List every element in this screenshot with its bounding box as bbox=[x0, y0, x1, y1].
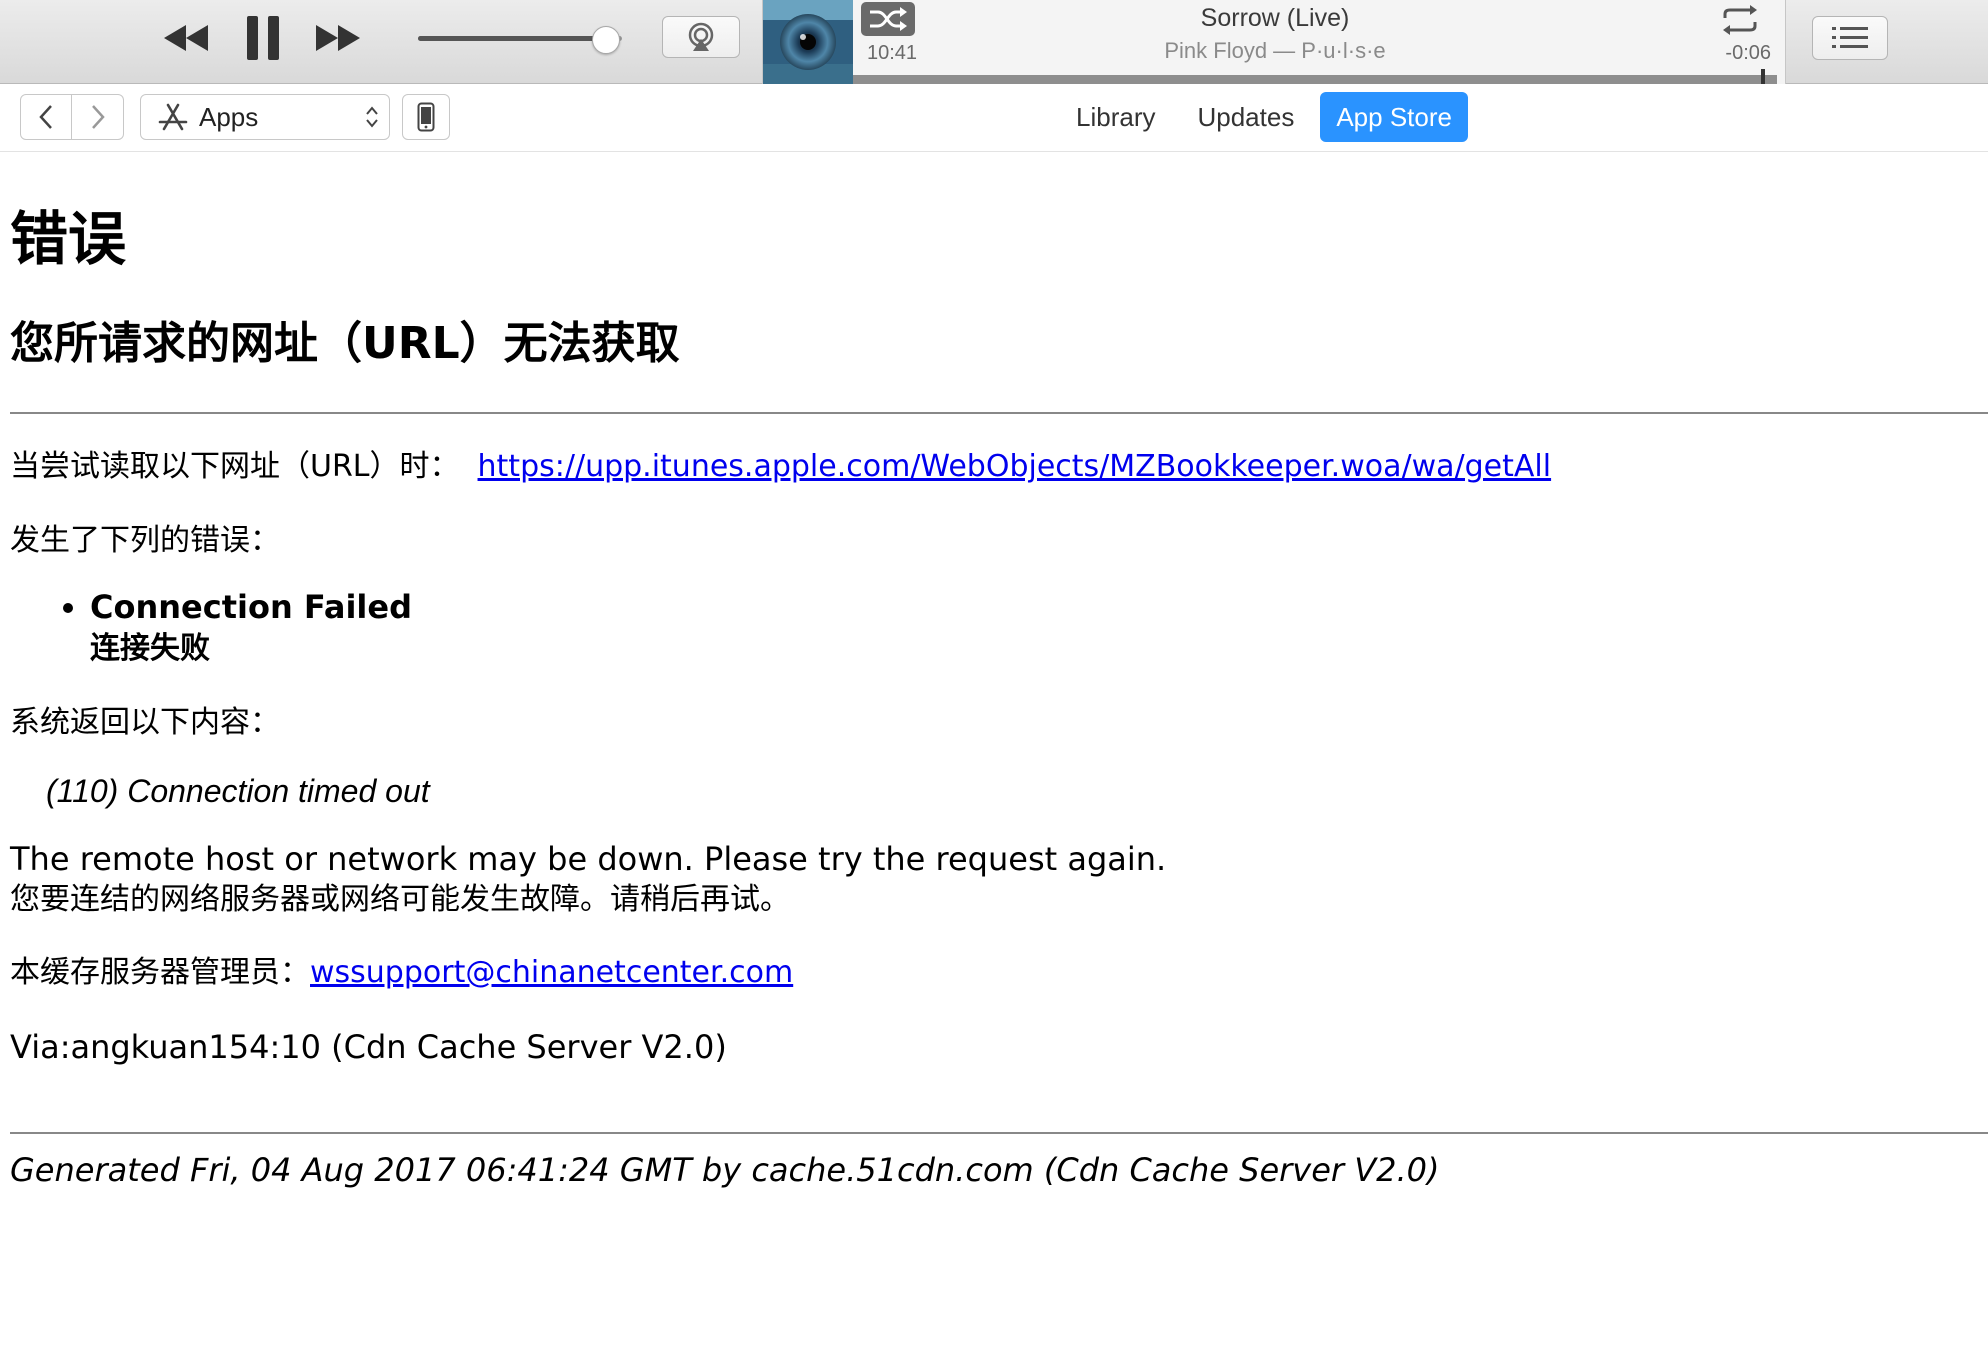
via-line: Via:angkuan154:10 (Cdn Cache Server V2.0… bbox=[10, 1028, 727, 1066]
iphone-icon bbox=[417, 102, 435, 132]
pause-button[interactable] bbox=[238, 12, 288, 64]
progress-bar[interactable] bbox=[853, 69, 1777, 84]
error-name-cn: 连接失败 bbox=[90, 631, 210, 666]
remote-message-cn: 您要连结的网络服务器或网络可能发生故障。请稍后再试。 bbox=[10, 882, 790, 917]
admin-paragraph: 本缓存服务器管理员：wssupport@chinanetcenter.com bbox=[10, 952, 1988, 994]
admin-email-link[interactable]: wssupport@chinanetcenter.com bbox=[310, 955, 793, 990]
up-next-button[interactable] bbox=[1812, 16, 1888, 60]
progress-playhead[interactable] bbox=[1761, 69, 1766, 84]
device-button[interactable] bbox=[402, 94, 450, 140]
remaining-time: -0:06 bbox=[1725, 42, 1771, 64]
tab-library[interactable]: Library bbox=[1060, 92, 1171, 142]
media-kind-label: Apps bbox=[199, 101, 259, 132]
error-name-en: Connection Failed bbox=[90, 588, 412, 626]
error-page: 错误 您所请求的网址（URL）无法获取 当尝试读取以下网址（URL）时： http… bbox=[10, 152, 1988, 1192]
page-title: 错误 bbox=[10, 205, 127, 273]
chevron-right-icon bbox=[91, 105, 105, 129]
back-button[interactable] bbox=[20, 94, 72, 140]
airplay-icon bbox=[688, 22, 714, 51]
volume-fill bbox=[418, 36, 606, 41]
url-prefix: 当尝试读取以下网址（URL）时： bbox=[10, 449, 460, 484]
admin-label: 本缓存服务器管理员： bbox=[10, 955, 310, 990]
player-bar: 10:41 Sorrow (Live) Pink Floyd — P·u·l·s… bbox=[0, 0, 1988, 84]
tab-updates[interactable]: Updates bbox=[1181, 92, 1310, 142]
track-artist: Pink Floyd — P·u·l·s·e bbox=[1164, 38, 1386, 63]
divider bbox=[10, 412, 1988, 414]
list-icon bbox=[1832, 27, 1868, 48]
error-list: Connection Failed 连接失败 bbox=[90, 586, 1988, 670]
generated-footer: Generated Fri, 04 Aug 2017 06:41:24 GMT … bbox=[10, 1151, 1440, 1189]
pause-icon bbox=[247, 16, 279, 60]
url-paragraph: 当尝试读取以下网址（URL）时： https://upp.itunes.apple… bbox=[10, 446, 1988, 488]
next-button[interactable] bbox=[312, 18, 364, 58]
divider bbox=[10, 1132, 1988, 1134]
previous-button[interactable] bbox=[160, 18, 212, 58]
chevron-left-icon bbox=[39, 105, 52, 129]
view-tabs: Library Updates App Store bbox=[1060, 92, 1468, 142]
media-kind-select[interactable]: Apps bbox=[140, 94, 390, 140]
navigation-bar: Apps Library Updates App Store bbox=[0, 84, 1988, 152]
fast-forward-icon bbox=[316, 25, 360, 51]
repeat-icon bbox=[1723, 5, 1757, 35]
track-title: Sorrow (Live) bbox=[1200, 4, 1350, 32]
tab-app-store[interactable]: App Store bbox=[1320, 92, 1468, 142]
remote-message: The remote host or network may be down. … bbox=[10, 838, 1988, 920]
now-playing-panel: 10:41 Sorrow (Live) Pink Floyd — P·u·l·s… bbox=[762, 0, 1786, 84]
errors-intro: 发生了下列的错误： bbox=[10, 523, 280, 558]
progress-fill bbox=[853, 75, 1764, 84]
list-item: Connection Failed 连接失败 bbox=[90, 586, 1988, 670]
app-store-icon bbox=[158, 103, 188, 131]
page-subtitle: 您所请求的网址（URL）无法获取 bbox=[10, 318, 680, 369]
requested-url-link[interactable]: https://upp.itunes.apple.com/WebObjects/… bbox=[478, 449, 1552, 484]
airplay-button[interactable] bbox=[662, 16, 740, 58]
system-message: (110) Connection timed out bbox=[46, 773, 430, 809]
volume-thumb[interactable] bbox=[591, 26, 620, 54]
rewind-icon bbox=[164, 25, 208, 51]
repeat-button[interactable] bbox=[1715, 0, 1765, 40]
system-intro: 系统返回以下内容： bbox=[10, 705, 280, 740]
chevron-up-down-icon bbox=[366, 106, 378, 128]
forward-button[interactable] bbox=[72, 94, 124, 140]
volume-slider[interactable] bbox=[418, 26, 622, 54]
remote-message-en: The remote host or network may be down. … bbox=[10, 840, 1167, 878]
